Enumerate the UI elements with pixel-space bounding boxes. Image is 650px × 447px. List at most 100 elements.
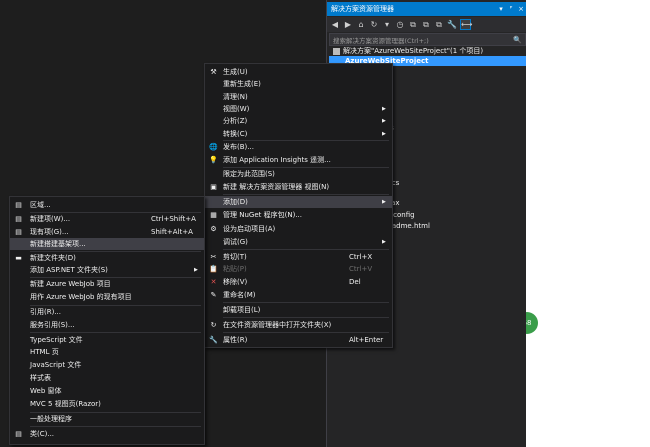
menu-separator <box>223 194 389 195</box>
menu-item[interactable]: 转换(C) ▶ <box>205 128 392 140</box>
tree-item[interactable] <box>383 79 523 89</box>
menu-item[interactable]: TypeScript 文件 <box>10 334 204 346</box>
menu-item[interactable]: ▤ 新建项(W)... Ctrl+Shift+A <box>10 213 204 225</box>
menu-separator <box>223 140 389 141</box>
menu-item[interactable]: ✎ 重命名(M) <box>205 289 392 301</box>
menu-item[interactable]: 添加 ASP.NET 文件夹(S) ▶ <box>10 264 204 276</box>
tree-item[interactable]: nsax <box>383 198 523 208</box>
tree-item[interactable] <box>383 147 523 157</box>
tree-item[interactable]: ies <box>383 67 523 77</box>
tree-item[interactable] <box>383 110 523 120</box>
collapse-all-icon[interactable]: ⧉ <box>421 20 431 30</box>
menu-item[interactable]: 调试(G) ▶ <box>205 236 392 248</box>
menu-item[interactable]: 💡 添加 Application Insights 遥测... <box>205 154 392 166</box>
menu-item-label: 一般处理程序 <box>30 415 72 423</box>
submenu-arrow-icon: ▶ <box>382 131 386 137</box>
menu-item[interactable]: JavaScript 文件 <box>10 359 204 371</box>
menu-item[interactable]: 新建 Azure WebJob 项目 <box>10 278 204 290</box>
menu-item-label: 样式表 <box>30 374 51 382</box>
menu-item[interactable]: Web 窗体 <box>10 385 204 397</box>
menu-item[interactable]: 视图(W) ▶ <box>205 103 392 115</box>
refresh-icon[interactable]: ⧉ <box>408 20 418 30</box>
preview-selected-icon[interactable]: ⟷ <box>460 19 472 30</box>
search-icon[interactable]: 🔍 <box>513 36 525 44</box>
menu-item[interactable]: ↻ 在文件资源管理器中打开文件夹(X) <box>205 319 392 331</box>
menu-item-label: 设为启动项目(A) <box>223 225 276 233</box>
tree-item[interactable] <box>383 157 523 167</box>
menu-item[interactable]: HTML 页 <box>10 346 204 358</box>
menu-item-icon: ✕ <box>210 278 217 286</box>
menu-item[interactable]: ▣ 新建 解决方案资源管理器 视图(N) <box>205 181 392 193</box>
menu-item-label: 重新生成(E) <box>223 80 261 88</box>
menu-item-icon: 🔧 <box>209 336 218 344</box>
tree-item[interactable]: er.cs <box>383 178 523 188</box>
menu-separator <box>30 212 201 213</box>
menu-item-label: 视图(W) <box>223 105 250 113</box>
sync-icon[interactable]: ↻ <box>369 20 379 30</box>
dropdown-icon[interactable]: ▾ <box>496 5 506 13</box>
submenu-arrow-icon: ▶ <box>382 199 386 205</box>
menu-item[interactable]: ▬ 新建文件夹(D) <box>10 252 204 264</box>
solution-explorer-search[interactable]: 搜索解决方案资源管理器(Ctrl+;) 🔍 <box>329 33 526 46</box>
home-icon[interactable]: ⌂ <box>356 20 366 30</box>
forward-icon[interactable]: ▶ <box>343 20 353 30</box>
menu-item-icon: ▦ <box>210 211 217 219</box>
menu-separator <box>30 412 201 413</box>
back-icon[interactable]: ◀ <box>330 20 340 30</box>
tree-item[interactable] <box>383 135 523 145</box>
menu-item-label: 粘贴(P) <box>223 265 247 273</box>
menu-item[interactable]: 限定为此范围(S) <box>205 168 392 180</box>
menu-separator <box>30 251 201 252</box>
menu-item-label: 新建文件夹(D) <box>30 254 76 262</box>
tree-item[interactable] <box>383 168 523 178</box>
menu-item[interactable]: MVC 5 视图页(Razor) <box>10 398 204 410</box>
menu-item-label: 发布(B)... <box>223 143 254 151</box>
project-context-menu: ⚒ 生成(U) 重新生成(E) 清理(N) 视图(W) ▶ 分析(Z) ▶ 转换(C) ▶ 🌐 发布(… <box>204 63 393 348</box>
tree-item[interactable]: es.config <box>383 210 523 220</box>
pending-changes-icon[interactable]: ◷ <box>395 20 405 30</box>
tree-item[interactable]: Readme.html <box>383 221 523 231</box>
pin-icon[interactable]: ᴾ <box>506 5 516 13</box>
menu-item[interactable]: 重新生成(E) <box>205 78 392 90</box>
properties-icon[interactable]: 🔧 <box>447 20 457 30</box>
menu-item[interactable]: ▤ 现有项(G)... Shift+Alt+A <box>10 226 204 238</box>
menu-separator <box>223 332 389 333</box>
menu-item[interactable]: 用作 Azure WebJob 的现有项目 <box>10 291 204 303</box>
tree-item[interactable]: ers <box>383 123 523 133</box>
show-all-files-icon[interactable]: ⧉ <box>434 20 444 30</box>
menu-item[interactable]: 🌐 发布(B)... <box>205 141 392 153</box>
menu-item[interactable]: ⚒ 生成(U) <box>205 66 392 78</box>
tree-item[interactable]: fig <box>383 242 523 252</box>
menu-item[interactable]: ✂ 剪切(T) Ctrl+X <box>205 251 392 263</box>
menu-item-shortcut: Shift+Alt+A <box>151 228 193 236</box>
menu-item[interactable]: 服务引用(S)... <box>10 319 204 331</box>
tree-item[interactable]: rt <box>383 100 523 110</box>
menu-item[interactable]: ▦ 管理 NuGet 程序包(N)... <box>205 209 392 221</box>
menu-separator <box>30 332 201 333</box>
tree-item-label: 解决方案"AzureWebSiteProject"(1 个项目) <box>343 47 484 55</box>
menu-item-label: Web 窗体 <box>30 387 62 395</box>
menu-item[interactable]: 一般处理程序 <box>10 413 204 425</box>
menu-item-label: TypeScript 文件 <box>30 336 83 344</box>
menu-item[interactable]: 引用(R)... <box>10 306 204 318</box>
tree-item[interactable]: 解决方案"AzureWebSiteProject"(1 个项目) <box>333 46 523 56</box>
menu-item[interactable]: 📋 粘贴(P) Ctrl+V <box>205 263 392 275</box>
dropdown-icon[interactable]: ▾ <box>382 20 392 30</box>
menu-item[interactable]: 新建搭建基架项... <box>10 238 204 250</box>
menu-item[interactable]: ▤ 类(C)... <box>10 428 204 440</box>
menu-item[interactable]: 添加(D) ▶ <box>205 196 392 208</box>
menu-item-icon: ▬ <box>15 254 22 262</box>
close-icon[interactable]: × <box>516 5 526 13</box>
menu-item[interactable]: ⚙ 设为启动项目(A) <box>205 223 392 235</box>
search-input[interactable]: 搜索解决方案资源管理器(Ctrl+;) <box>333 35 513 45</box>
menu-item[interactable]: 清理(N) <box>205 91 392 103</box>
menu-item-icon: ✂ <box>210 253 217 261</box>
menu-item[interactable]: 样式表 <box>10 372 204 384</box>
submenu-arrow-icon: ▶ <box>194 267 198 273</box>
menu-item[interactable]: ▤ 区域... <box>10 199 204 211</box>
menu-item[interactable]: 🔧 属性(R) Alt+Enter <box>205 334 392 346</box>
menu-item-icon: ▤ <box>15 430 22 438</box>
menu-item[interactable]: ✕ 移除(V) Del <box>205 276 392 288</box>
menu-item[interactable]: 卸载项目(L) <box>205 304 392 316</box>
menu-item[interactable]: 分析(Z) ▶ <box>205 115 392 127</box>
